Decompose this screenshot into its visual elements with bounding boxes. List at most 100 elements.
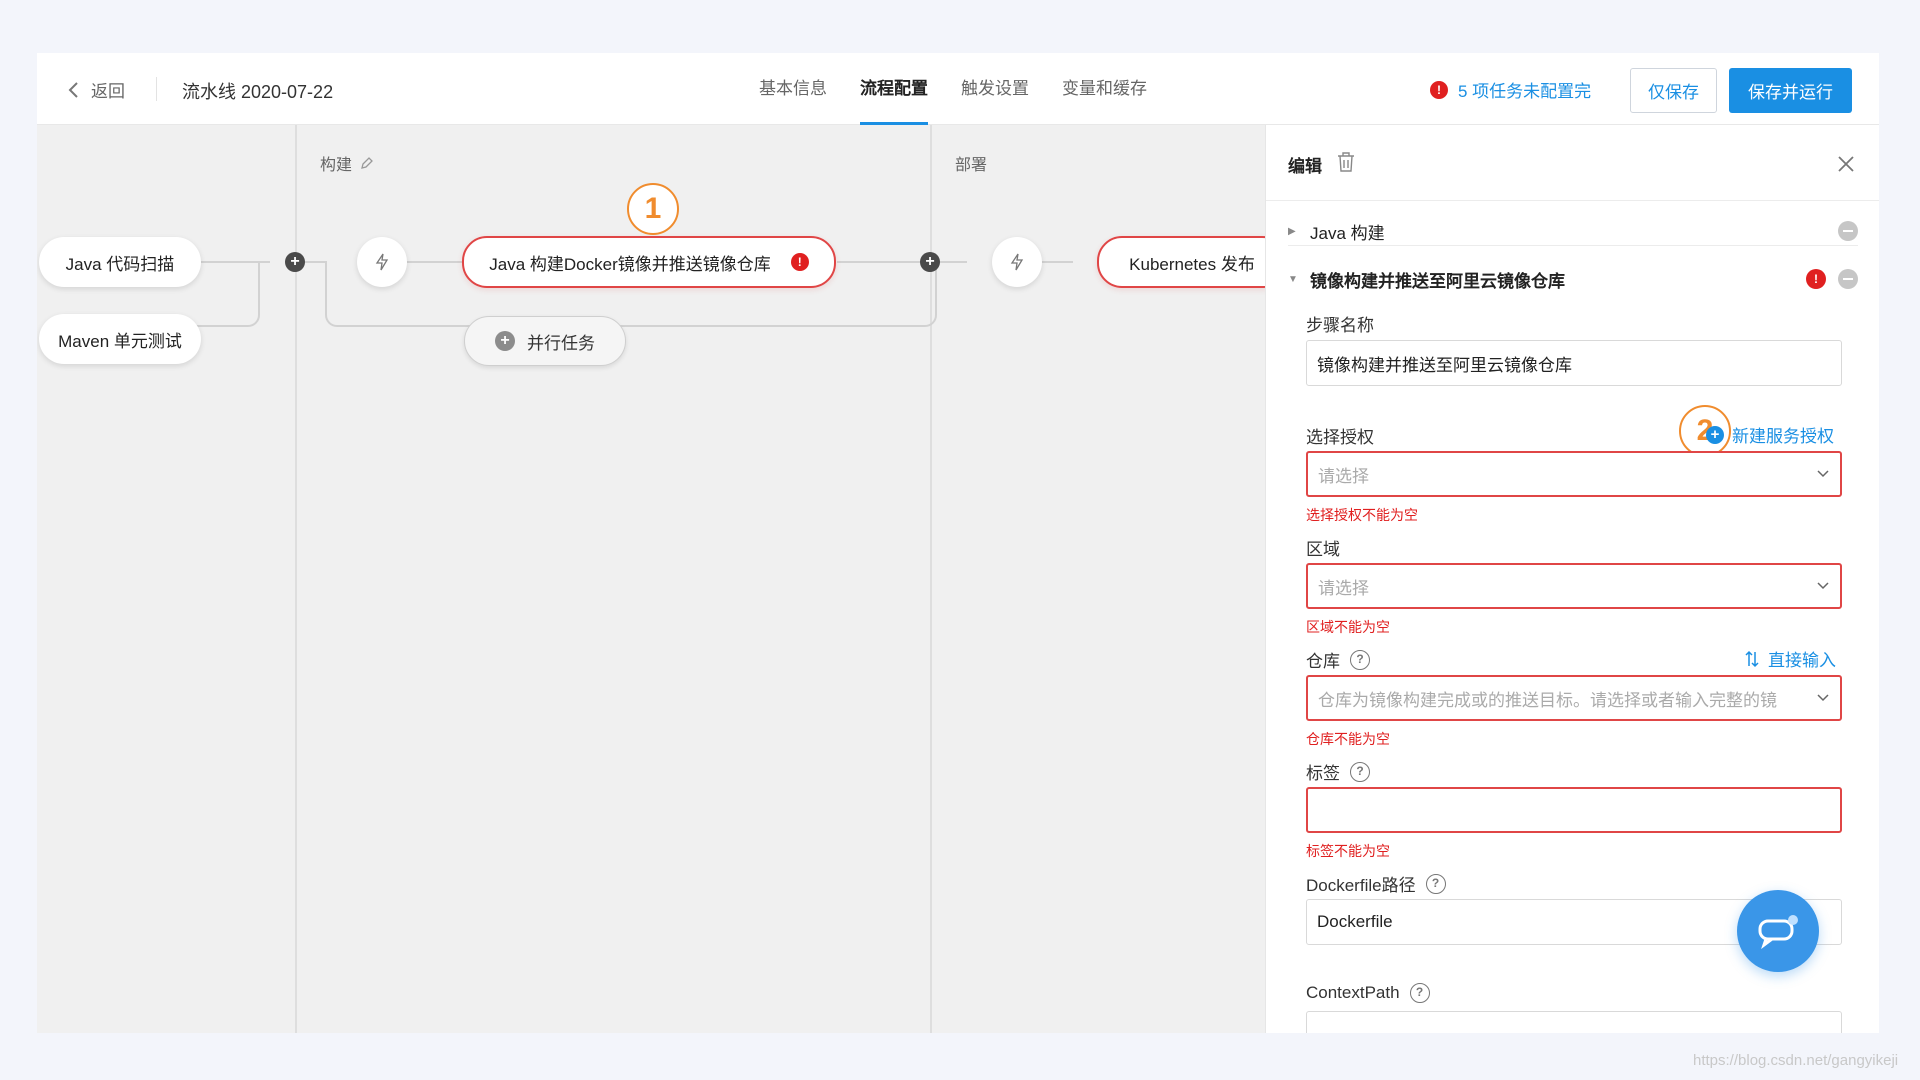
connector — [192, 261, 260, 327]
chat-bubble-icon — [1758, 915, 1798, 949]
repo-error: 仓库不能为空 — [1306, 731, 1390, 747]
tag-label: 标签 ? — [1306, 759, 1370, 784]
help-icon[interactable]: ? — [1425, 873, 1446, 894]
chat-button[interactable] — [1737, 890, 1819, 972]
auth-error: 选择授权不能为空 — [1306, 507, 1418, 523]
add-parallel-task-button[interactable]: + 并行任务 — [464, 316, 626, 366]
pencil-icon[interactable] — [360, 156, 374, 170]
chevron-down-icon — [1817, 694, 1829, 702]
section-image-build[interactable]: ▼ 镜像构建并推送至阿里云镜像仓库 ! — [1288, 269, 1858, 291]
region-select[interactable]: 请选择 — [1306, 563, 1842, 609]
plus-circle-icon: + — [1706, 425, 1724, 444]
stage-trigger-button[interactable] — [357, 237, 407, 287]
auth-select[interactable]: 请选择 — [1306, 451, 1842, 497]
trash-icon[interactable] — [1336, 151, 1356, 173]
remove-section-icon[interactable] — [1838, 221, 1858, 241]
task-node-k8s-deploy[interactable]: Kubernetes 发布 — [1097, 236, 1265, 288]
step-name-value: 镜像构建并推送至阿里云镜像仓库 — [1317, 355, 1572, 375]
add-stage-icon[interactable]: + — [285, 252, 305, 272]
lightning-icon — [1010, 253, 1024, 271]
field-label-text: Dockerfile路径 — [1306, 876, 1416, 895]
region-placeholder: 请选择 — [1318, 578, 1369, 598]
help-icon[interactable]: ? — [1409, 983, 1430, 1003]
context-path-label: ContextPath ? — [1306, 983, 1430, 1003]
task-node-maven-test[interactable]: Maven 单元测试 — [39, 314, 201, 364]
back-label: 返回 — [91, 82, 125, 101]
context-path-input[interactable] — [1306, 1011, 1842, 1033]
repo-select[interactable]: 仓库为镜像构建完成或的推送目标。请选择或者输入完整的镜 — [1306, 675, 1842, 721]
section-divider — [1288, 245, 1858, 246]
unconfigured-tasks-text: 5 项任务未配置完 — [1458, 82, 1592, 101]
auth-label: 选择授权 — [1306, 423, 1374, 448]
stage-label-build: 构建 — [320, 151, 374, 175]
error-icon: ! — [1806, 269, 1826, 289]
header-divider — [156, 77, 157, 101]
lightning-icon — [375, 253, 389, 271]
field-label-text: 选择授权 — [1306, 428, 1374, 447]
direct-input-link[interactable]: 直接输入 — [1744, 646, 1836, 671]
save-only-button[interactable]: 仅保存 — [1630, 68, 1717, 113]
chevron-down-icon — [1817, 470, 1829, 478]
caret-right-icon: ▶ — [1288, 225, 1296, 237]
repo-placeholder: 仓库为镜像构建完成或的推送目标。请选择或者输入完整的镜 — [1318, 690, 1777, 710]
region-error: 区域不能为空 — [1306, 619, 1390, 635]
annotation-marker-1: 1 — [627, 183, 679, 235]
dockerfile-label: Dockerfile路径 ? — [1306, 871, 1446, 896]
error-icon: ! — [1430, 80, 1448, 99]
field-label-text: 标签 — [1306, 764, 1340, 783]
section-label: 镜像构建并推送至阿里云镜像仓库 — [1310, 271, 1565, 291]
help-icon[interactable]: ? — [1350, 649, 1370, 670]
parallel-task-label: 并行任务 — [527, 333, 595, 353]
back-button[interactable]: 返回 — [67, 77, 125, 102]
connector — [837, 261, 967, 263]
top-header: 返回 流水线 2020-07-22 基本信息 流程配置 触发设置 变量和缓存 !… — [37, 53, 1879, 125]
task-node-label: Java 构建Docker镜像并推送镜像仓库 — [489, 254, 771, 274]
panel-title: 编辑 — [1288, 157, 1322, 176]
tag-error: 标签不能为空 — [1306, 843, 1390, 859]
dockerfile-value: Dockerfile — [1317, 912, 1393, 931]
auth-placeholder: 请选择 — [1318, 466, 1369, 486]
field-label-text: 仓库 — [1306, 652, 1340, 671]
save-and-run-button[interactable]: 保存并运行 — [1729, 68, 1852, 113]
pipeline-canvas: 构建 部署 Java 代码扫描 Maven 单元测试 + Java 构建Dock… — [37, 125, 1265, 1033]
unconfigured-tasks-link[interactable]: ! 5 项任务未配置完 — [1430, 77, 1591, 102]
field-label-text: 区域 — [1306, 540, 1340, 559]
field-label-text: 步骤名称 — [1306, 316, 1374, 335]
region-label: 区域 — [1306, 535, 1340, 560]
tab-trigger-settings[interactable]: 触发设置 — [961, 53, 1029, 125]
panel-header: 编辑 — [1266, 125, 1879, 201]
plus-icon: + — [495, 331, 515, 351]
remove-section-icon[interactable] — [1838, 269, 1858, 289]
watermark: https://blog.csdn.net/gangyikeji — [1693, 1052, 1899, 1069]
step-name-input[interactable]: 镜像构建并推送至阿里云镜像仓库 — [1306, 340, 1842, 386]
tab-basic-info[interactable]: 基本信息 — [759, 53, 827, 125]
new-service-auth-link[interactable]: + 新建服务授权 — [1706, 422, 1834, 447]
repo-label: 仓库 ? — [1306, 647, 1370, 672]
help-icon[interactable]: ? — [1350, 761, 1370, 782]
chevron-left-icon — [68, 81, 78, 98]
section-label: Java 构建 — [1310, 223, 1385, 243]
stage-name: 部署 — [955, 157, 988, 174]
pipeline-name: 流水线 2020-07-22 — [182, 82, 334, 102]
error-icon: ! — [790, 253, 809, 271]
tab-variables-cache[interactable]: 变量和缓存 — [1062, 53, 1147, 125]
link-text: 直接输入 — [1768, 651, 1836, 670]
tab-flow-config[interactable]: 流程配置 — [860, 53, 928, 125]
field-label-text: ContextPath — [1306, 983, 1400, 1002]
stage-trigger-button[interactable] — [992, 237, 1042, 287]
step-name-label: 步骤名称 — [1306, 311, 1374, 336]
config-tabs: 基本信息 流程配置 触发设置 变量和缓存 — [759, 53, 1147, 125]
add-stage-icon[interactable]: + — [920, 252, 940, 272]
stage-label-deploy: 部署 — [955, 151, 987, 175]
section-java-build[interactable]: ▶ Java 构建 — [1288, 221, 1858, 243]
task-node-java-docker-build[interactable]: Java 构建Docker镜像并推送镜像仓库 ! — [462, 236, 836, 288]
app-window: 返回 流水线 2020-07-22 基本信息 流程配置 触发设置 变量和缓存 !… — [37, 53, 1879, 1033]
link-text: 新建服务授权 — [1732, 427, 1834, 446]
swap-icon — [1745, 650, 1759, 667]
stage-name: 构建 — [320, 157, 353, 174]
tag-input[interactable] — [1306, 787, 1842, 833]
close-icon[interactable] — [1837, 155, 1855, 173]
chevron-down-icon — [1817, 582, 1829, 590]
caret-down-icon: ▼ — [1288, 273, 1298, 285]
task-node-java-scan[interactable]: Java 代码扫描 — [39, 237, 201, 287]
